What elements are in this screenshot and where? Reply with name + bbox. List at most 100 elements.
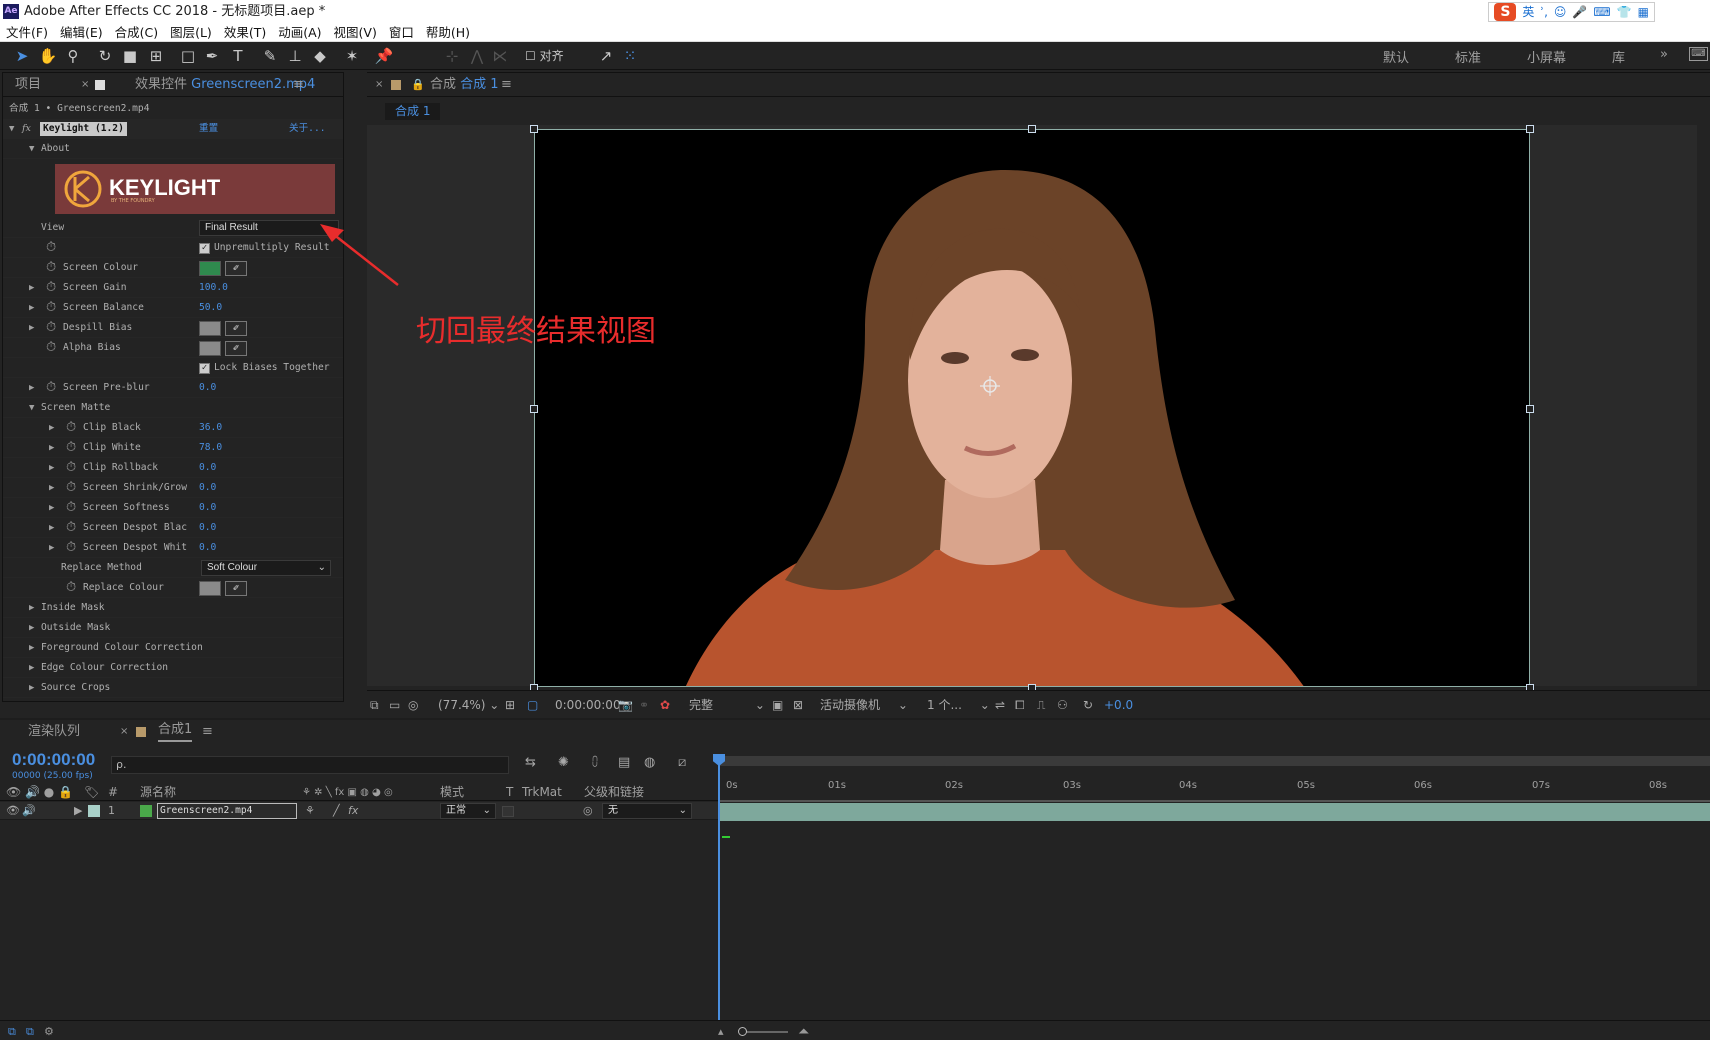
close-tab-icon[interactable]: × — [81, 73, 89, 97]
transform-handle[interactable] — [1028, 125, 1036, 133]
ime-toolbox-icon[interactable]: ▦ — [1638, 1, 1649, 24]
softness-value[interactable]: 0.0 — [199, 498, 216, 518]
rectangle-tool-icon[interactable]: □ — [178, 46, 198, 66]
expand-icon[interactable]: ▶ — [49, 538, 54, 558]
panel-menu-icon[interactable]: ≡ — [501, 73, 512, 97]
layer-duration-bar[interactable] — [720, 803, 1710, 821]
column-source-name[interactable]: 源名称 — [140, 784, 176, 801]
zoom-slider[interactable] — [740, 1031, 788, 1033]
timeline-timecode[interactable]: 0:00:00:00 — [12, 750, 95, 770]
zoom-slider-thumb[interactable] — [738, 1027, 747, 1036]
menu-effect[interactable]: 效果(T) — [218, 23, 272, 42]
roto-brush-tool-icon[interactable]: ✶ — [342, 46, 362, 66]
pan-behind-tool-icon[interactable]: ⊞ — [146, 46, 166, 66]
resolution-dropdown[interactable]: 完整 ⌄ — [689, 691, 765, 719]
menu-window[interactable]: 窗口 — [383, 23, 420, 42]
stopwatch-icon[interactable]: ⏱ — [66, 538, 79, 558]
menu-view[interactable]: 视图(V) — [328, 23, 383, 42]
ime-toolbar[interactable]: S 英 ʾ, ☺ 🎤 ⌨ 👕 ▦ — [1488, 2, 1655, 22]
workspace-small-screen[interactable]: 小屏幕 — [1527, 47, 1566, 66]
workspaces-overflow-icon[interactable]: » — [1660, 47, 1668, 62]
clip-rollback-value[interactable]: 0.0 — [199, 458, 216, 478]
menu-edit[interactable]: 编辑(E) — [54, 23, 109, 42]
brush-tool-icon[interactable]: ✎ — [260, 46, 280, 66]
screen-gain-value[interactable]: 100.0 — [199, 278, 228, 298]
stopwatch-icon[interactable]: ⏱ — [46, 298, 59, 318]
comp-mini-flowchart-icon[interactable]: ⇆ — [525, 755, 536, 770]
expand-icon[interactable]: ▶ — [49, 498, 54, 518]
expand-icon[interactable]: ▶ — [29, 658, 34, 678]
zoom-out-icon[interactable]: ▴ — [718, 1021, 724, 1040]
grid-icon[interactable]: ⊞ — [505, 691, 515, 719]
stopwatch-icon[interactable]: ⏱ — [66, 458, 79, 478]
stopwatch-icon[interactable]: ⏱ — [66, 498, 79, 518]
align-checkbox[interactable]: ☐ 对齐 — [525, 46, 565, 66]
camera-tool-icon[interactable]: ■ — [120, 46, 140, 66]
expand-icon[interactable]: ▶ — [29, 298, 34, 318]
zoom-in-icon[interactable]: ⏶ — [798, 1021, 809, 1040]
about-expand-icon[interactable]: ▼ — [29, 139, 34, 159]
tab-comp[interactable]: 合成1 — [158, 720, 193, 742]
motion-blur-icon[interactable]: ◍ — [644, 755, 655, 770]
comp-flowchart-icon[interactable]: ⚇ — [1057, 691, 1068, 719]
lock-icon[interactable]: 🔒 — [411, 73, 425, 97]
transparency-grid-icon[interactable]: ⊠ — [793, 691, 803, 719]
unpremultiply-checkbox[interactable]: ✓ — [199, 243, 210, 254]
expand-icon[interactable]: ▶ — [49, 438, 54, 458]
screen-balance-value[interactable]: 50.0 — [199, 298, 222, 318]
alpha-bias-swatch[interactable] — [199, 341, 221, 356]
audio-icon[interactable]: 🔊 — [22, 802, 36, 820]
workspace-standard[interactable]: 标准 — [1455, 47, 1481, 66]
layer-search-input[interactable]: ρ. — [111, 756, 509, 774]
fx-icon[interactable]: fx — [22, 119, 31, 139]
type-tool-icon[interactable]: T — [228, 46, 248, 66]
tab-composition[interactable]: 合成 合成 1 — [430, 73, 499, 97]
always-preview-icon[interactable]: ⧉ — [370, 691, 379, 719]
transform-handle[interactable] — [530, 125, 538, 133]
frame-blending-icon[interactable]: ▤ — [618, 755, 630, 770]
view-axis-icon[interactable]: ⋉ — [490, 46, 510, 66]
layer-row[interactable]: 👁 🔊 ▶ 1 Greenscreen2.mp4 ⚘ ╱ fx 正常 ⌄ ◎ 无 ⌄ — [0, 802, 718, 820]
flowchart-icon[interactable]: ⧠ — [1015, 691, 1025, 719]
toggle-in-out-icon[interactable]: ⚙ — [44, 1021, 54, 1040]
reset-link[interactable]: 重置 — [199, 119, 218, 139]
zoom-dropdown[interactable]: (77.4%) ⌄ — [438, 691, 499, 719]
expand-icon[interactable]: ▶ — [29, 318, 34, 338]
visibility-eye-icon[interactable]: 👁 — [6, 802, 20, 820]
stopwatch-icon[interactable]: ⏱ — [66, 418, 79, 438]
menu-layer[interactable]: 图层(L) — [164, 23, 218, 42]
snapshot-icon[interactable]: 📷 — [618, 691, 633, 719]
current-time-display[interactable]: 0:00:00:00 — [555, 691, 621, 719]
local-axis-icon[interactable]: ⊹ — [442, 46, 462, 66]
selection-tool-icon[interactable]: ➤ — [12, 46, 32, 66]
toggle-switches-icon[interactable]: ⧉ — [8, 1021, 16, 1040]
despot-white-value[interactable]: 0.0 — [199, 538, 216, 558]
preserve-transparency-checkbox[interactable] — [502, 806, 514, 817]
transform-handle[interactable] — [530, 405, 538, 413]
eyedropper-icon[interactable]: ✐ — [225, 321, 247, 336]
channel-icon[interactable]: ✿ — [660, 691, 670, 719]
close-tab-icon[interactable]: × — [120, 720, 128, 744]
draft-3d-icon[interactable]: ✺ — [558, 755, 569, 770]
zoom-tool-icon[interactable]: ⚲ — [63, 46, 83, 66]
workspace-libraries[interactable]: 库 — [1612, 47, 1625, 66]
stopwatch-icon[interactable]: ⏱ — [46, 378, 59, 398]
tab-effect-controls[interactable]: 效果控件 Greenscreen2.mp4 — [135, 73, 315, 97]
search-help-icon[interactable]: ⌨ — [1689, 47, 1708, 61]
stopwatch-icon[interactable]: ⏱ — [66, 478, 79, 498]
ime-punct-icon[interactable]: ʾ, — [1540, 1, 1548, 24]
sogou-logo-icon[interactable]: S — [1494, 3, 1517, 21]
tab-project[interactable]: 项目 — [15, 73, 41, 97]
shy-switch-icon[interactable]: ⚘ — [305, 802, 315, 820]
menu-animation[interactable]: 动画(A) — [272, 23, 327, 42]
expand-layer-icon[interactable]: ▶ — [74, 802, 82, 820]
close-tab-icon[interactable]: × — [375, 73, 383, 97]
expand-icon[interactable]: ▶ — [49, 518, 54, 538]
clip-black-value[interactable]: 36.0 — [199, 418, 222, 438]
pen-tool-icon[interactable]: ✒ — [202, 46, 222, 66]
snap-options-icon[interactable]: ⁙ — [620, 46, 640, 66]
eyedropper-icon[interactable]: ✐ — [225, 581, 247, 596]
stopwatch-icon[interactable]: ⏱ — [46, 238, 59, 258]
comp-canvas[interactable] — [534, 129, 1530, 687]
parent-dropdown[interactable]: 无 ⌄ — [602, 803, 692, 819]
